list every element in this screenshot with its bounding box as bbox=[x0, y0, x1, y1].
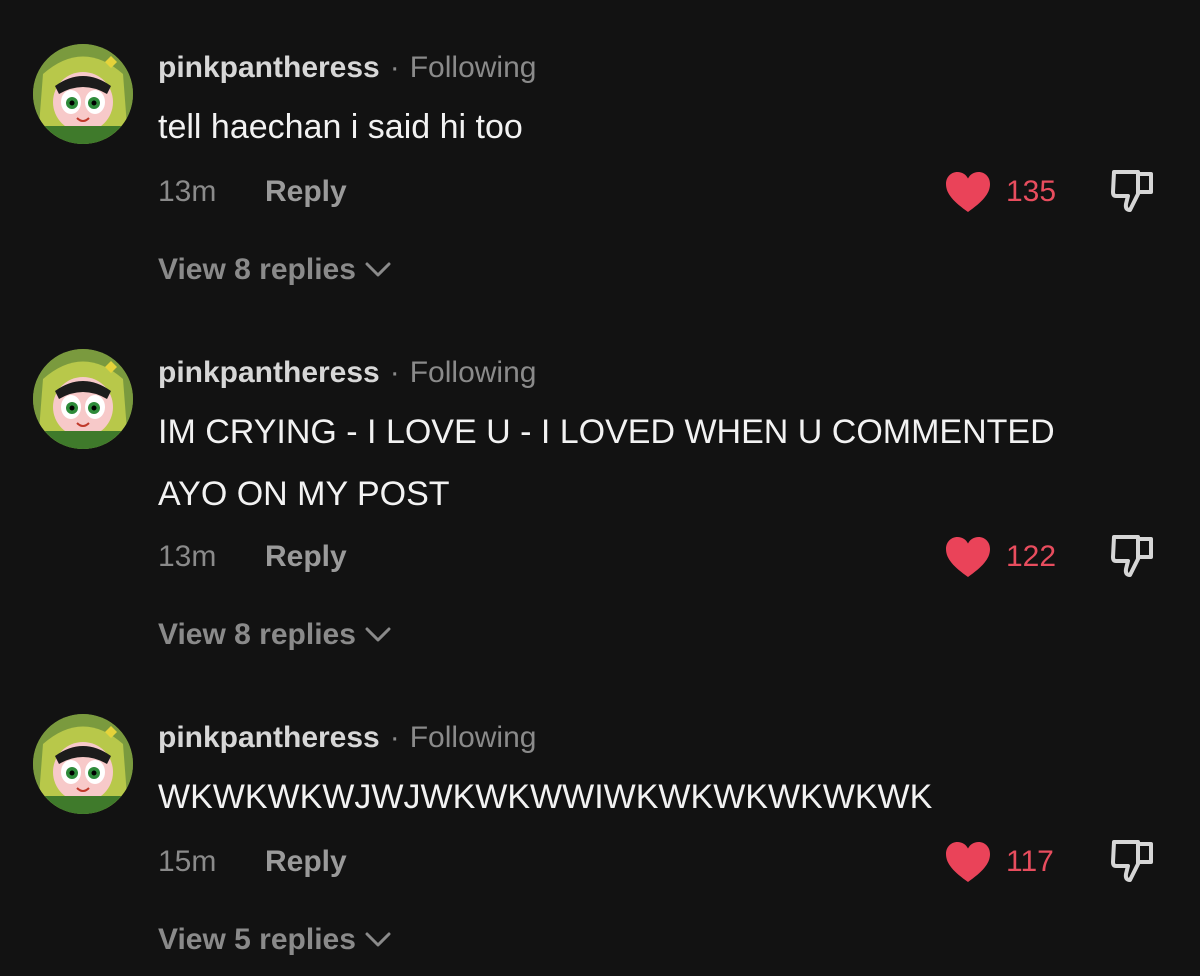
chevron-down-icon bbox=[365, 627, 391, 642]
like-button[interactable]: 122 bbox=[944, 535, 1056, 579]
like-count: 117 bbox=[1006, 845, 1054, 878]
separator-dot: · bbox=[389, 356, 400, 389]
chevron-down-icon bbox=[365, 262, 391, 277]
view-replies-label: View 5 replies bbox=[158, 923, 356, 956]
avatar[interactable] bbox=[33, 44, 133, 144]
comment-meta: 13m Reply bbox=[158, 172, 347, 212]
separator-dot: · bbox=[389, 721, 400, 754]
view-replies-label: View 8 replies bbox=[158, 253, 356, 286]
heart-icon bbox=[946, 842, 990, 882]
timestamp: 15m bbox=[158, 845, 217, 878]
separator-dot: · bbox=[389, 51, 400, 84]
avatar-image bbox=[33, 714, 133, 814]
comment-header: pinkpantheress · Following bbox=[158, 718, 536, 758]
comment-text: IM CRYING - I LOVE U - I LOVED WHEN U CO… bbox=[158, 413, 1055, 513]
reply-button[interactable]: Reply bbox=[265, 845, 347, 878]
following-status: Following bbox=[409, 356, 537, 389]
reply-button[interactable]: Reply bbox=[265, 175, 347, 208]
comment-meta: 15m Reply bbox=[158, 842, 347, 882]
comment-header: pinkpantheress · Following bbox=[158, 353, 536, 393]
like-count: 122 bbox=[1006, 540, 1057, 573]
following-status: Following bbox=[409, 721, 537, 754]
view-replies-button[interactable]: View 8 replies bbox=[158, 250, 392, 290]
dislike-button[interactable] bbox=[1108, 166, 1158, 216]
comment-header: pinkpantheress · Following bbox=[158, 48, 536, 88]
avatar[interactable] bbox=[33, 349, 133, 449]
comment-meta: 13m Reply bbox=[158, 537, 347, 577]
timestamp: 13m bbox=[158, 540, 217, 573]
avatar-image bbox=[33, 349, 133, 449]
comment-text: WKWKWKWJWJWKWKWWIWKWKWKWKWKWK bbox=[158, 778, 933, 816]
heart-icon bbox=[946, 172, 990, 212]
chevron-down-icon bbox=[365, 932, 391, 947]
view-replies-button[interactable]: View 8 replies bbox=[158, 615, 392, 655]
view-replies-label: View 8 replies bbox=[158, 618, 356, 651]
username[interactable]: pinkpantheress bbox=[158, 721, 380, 754]
heart-icon bbox=[946, 537, 990, 577]
username[interactable]: pinkpantheress bbox=[158, 356, 380, 389]
avatar-image bbox=[33, 44, 133, 144]
comment-text: tell haechan i said hi too bbox=[158, 108, 523, 146]
like-count: 135 bbox=[1006, 175, 1057, 208]
like-button[interactable]: 117 bbox=[944, 840, 1054, 884]
following-status: Following bbox=[409, 51, 537, 84]
avatar[interactable] bbox=[33, 714, 133, 814]
view-replies-button[interactable]: View 5 replies bbox=[158, 920, 392, 960]
dislike-button[interactable] bbox=[1108, 531, 1158, 581]
dislike-button[interactable] bbox=[1108, 836, 1158, 886]
reply-button[interactable]: Reply bbox=[265, 540, 347, 573]
thumbs-down-icon bbox=[1111, 170, 1153, 212]
username[interactable]: pinkpantheress bbox=[158, 51, 380, 84]
thumbs-down-icon bbox=[1111, 840, 1153, 882]
timestamp: 13m bbox=[158, 175, 217, 208]
thumbs-down-icon bbox=[1111, 535, 1153, 577]
like-button[interactable]: 135 bbox=[944, 170, 1056, 214]
